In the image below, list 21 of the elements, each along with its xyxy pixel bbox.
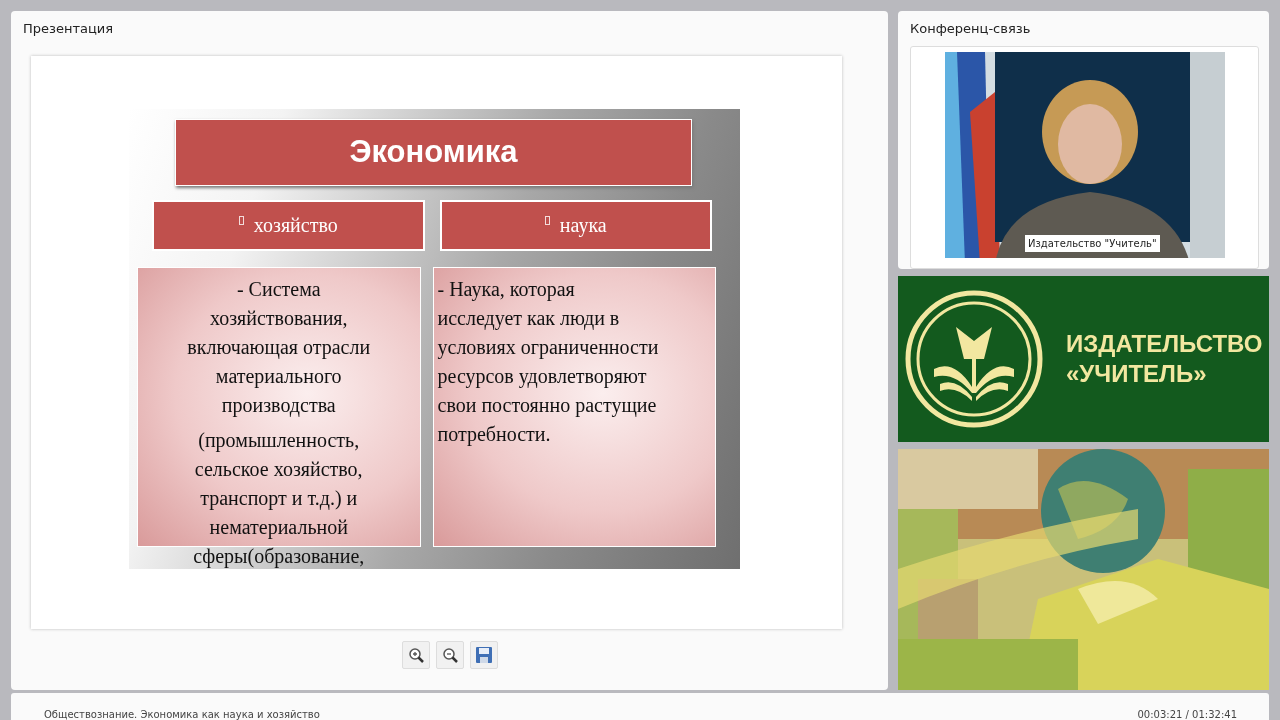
save-button[interactable]	[469, 640, 498, 669]
save-icon	[474, 645, 493, 664]
paragraph: - Система хозяйствования, включающая отрасли материального производства	[186, 276, 372, 419]
slide-title: Экономика	[175, 118, 692, 186]
paragraph: (промышленность, сельское хозяйство, транспорт и т.д.) и нематериальной сферы(образование,	[192, 427, 366, 569]
logo-icon	[904, 289, 1044, 429]
banner-text: ИЗДАТЕЛЬСТВО	[1066, 329, 1263, 359]
playback-time: 00:03:21 / 01:32:41	[1137, 708, 1237, 720]
paragraph: - Наука, которая исследует как люди в условиях ограниченности ресурсов удовлетворяют свои постоянно растущие потребности.	[437, 276, 660, 448]
zoom-in-button[interactable]	[401, 640, 430, 669]
panel-title: Конференц-связь	[910, 20, 1032, 38]
zoom-out-icon	[440, 645, 459, 664]
heading-text: наука	[559, 213, 607, 239]
heading-text: хозяйство	[253, 213, 338, 238]
bullet-icon	[238, 215, 244, 225]
lecture-title: Обществознание. Экономика как наука и хозяйство	[44, 708, 320, 720]
panel-title: Презентация	[23, 20, 115, 38]
bullet-icon	[544, 215, 550, 225]
banner-text: «УЧИТЕЛЬ»	[1066, 359, 1208, 389]
zoom-in-icon	[406, 645, 425, 664]
zoom-out-button[interactable]	[435, 640, 464, 669]
